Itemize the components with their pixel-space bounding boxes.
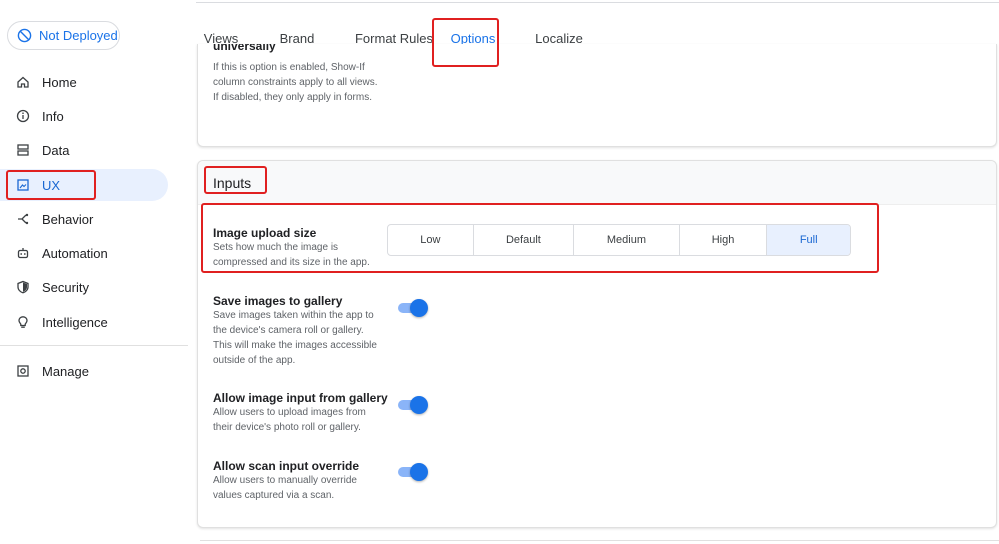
sidebar-item-intelligence[interactable]: Intelligence xyxy=(0,306,168,338)
deploy-status-chip[interactable]: Not Deployed xyxy=(7,21,120,50)
image-upload-size-title: Image upload size xyxy=(213,226,317,240)
sidebar-item-label: Automation xyxy=(42,245,108,261)
sidebar-item-manage[interactable]: Manage xyxy=(0,355,168,387)
save-gallery-description: Save images taken within the app to the … xyxy=(213,310,377,366)
size-option-default[interactable]: Default xyxy=(474,225,575,255)
sidebar: Not Deployed Home Info Data UX Behavior … xyxy=(0,0,190,544)
toggle-thumb xyxy=(410,396,428,414)
sidebar-item-label: Manage xyxy=(42,363,89,379)
sidebar-item-ux[interactable]: UX xyxy=(0,169,168,201)
top-divider xyxy=(196,2,999,3)
sidebar-item-label: Security xyxy=(42,279,89,295)
deploy-status-label: Not Deployed xyxy=(39,28,118,43)
sidebar-item-label: Intelligence xyxy=(42,314,108,330)
sidebar-item-label: Home xyxy=(42,74,77,90)
shield-icon xyxy=(16,280,30,294)
home-icon xyxy=(16,75,30,89)
size-option-full[interactable]: Full xyxy=(767,225,850,255)
sidebar-item-data[interactable]: Data xyxy=(0,134,168,166)
database-icon xyxy=(16,143,30,157)
sidebar-item-info[interactable]: Info xyxy=(0,100,168,132)
scan-override-title: Allow scan input override xyxy=(213,459,360,473)
size-option-low[interactable]: Low xyxy=(388,225,474,255)
lightbulb-icon xyxy=(16,315,30,329)
sidebar-item-home[interactable]: Home xyxy=(0,66,168,98)
allow-gallery-toggle[interactable] xyxy=(396,396,428,414)
toggle-thumb xyxy=(410,463,428,481)
show-if-description: If this is option is enabled, Show-If co… xyxy=(213,62,378,103)
robot-icon xyxy=(16,246,30,260)
setting-title-cut: universally xyxy=(213,44,276,53)
image-upload-size-description: Sets how much the image is compressed an… xyxy=(213,242,370,268)
allow-gallery-title: Allow image input from gallery xyxy=(213,391,388,405)
sidebar-item-automation[interactable]: Automation xyxy=(0,237,168,269)
toggle-thumb xyxy=(410,299,428,317)
inputs-card-header: Inputs xyxy=(198,161,996,205)
sidebar-item-label: UX xyxy=(42,177,61,193)
sidebar-item-security[interactable]: Security xyxy=(0,271,168,303)
inputs-card-title: Inputs xyxy=(213,174,252,191)
sidebar-item-label: Info xyxy=(42,108,64,124)
save-gallery-toggle[interactable] xyxy=(396,299,428,317)
size-option-medium[interactable]: Medium xyxy=(574,225,680,255)
image-icon xyxy=(16,178,30,192)
sidebar-item-behavior[interactable]: Behavior xyxy=(0,203,168,235)
bottom-divider xyxy=(200,540,999,541)
manage-icon xyxy=(16,364,30,378)
sidebar-item-label: Data xyxy=(42,142,70,158)
scan-override-toggle[interactable] xyxy=(396,463,428,481)
branch-icon xyxy=(16,212,30,226)
allow-gallery-description: Allow users to upload images from their … xyxy=(213,407,366,433)
sidebar-divider xyxy=(0,345,188,346)
info-icon xyxy=(16,109,30,123)
not-deployed-icon xyxy=(17,28,32,43)
save-gallery-title: Save images to gallery xyxy=(213,294,343,308)
image-upload-size-selector: Low Default Medium High Full xyxy=(387,224,851,256)
size-option-high[interactable]: High xyxy=(680,225,768,255)
sidebar-item-label: Behavior xyxy=(42,211,94,227)
scan-override-description: Allow users to manually override values … xyxy=(213,475,357,501)
